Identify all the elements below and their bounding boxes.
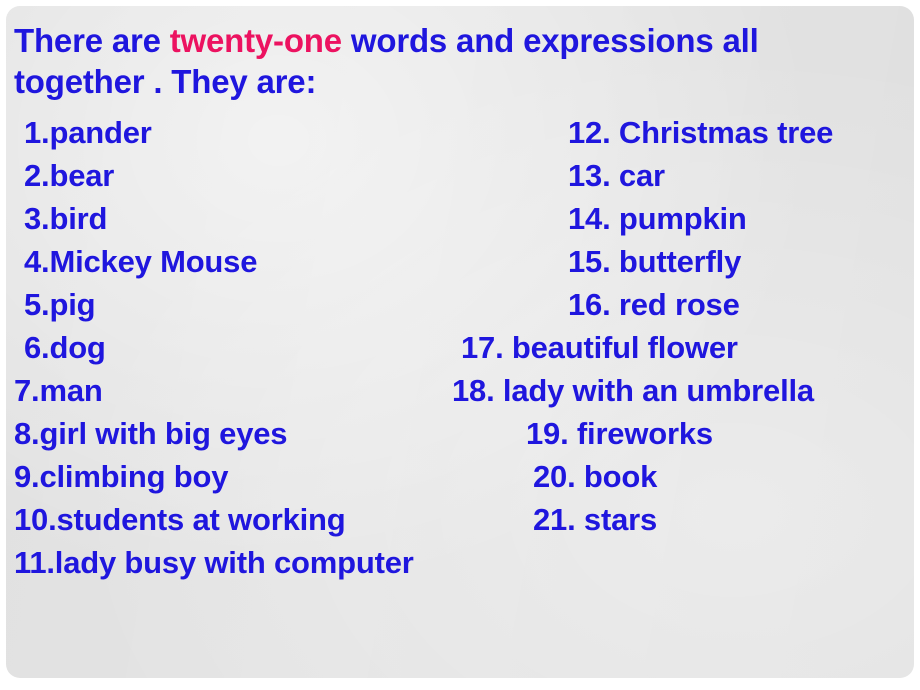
list-item-left-8: 8.girl with big eyes: [14, 416, 288, 451]
list-item-right-15: 15. butterfly: [568, 244, 742, 279]
list-item-right-16: 16. red rose: [568, 287, 740, 322]
heading-highlight: twenty-one: [169, 22, 342, 59]
heading-text-before: There are: [14, 22, 170, 59]
list-item-left-5: 5.pig: [24, 287, 96, 322]
list-item-left-4: 4.Mickey Mouse: [24, 244, 258, 279]
list-row: 9.climbing boy 20. book: [6, 455, 914, 498]
list-item-right-19: 19. fireworks: [526, 416, 713, 451]
list-row: 10.students at working 21. stars: [6, 498, 914, 541]
list-item-left-2: 2.bear: [24, 158, 115, 193]
page-title: There are twenty-one words and expressio…: [14, 20, 894, 102]
list-row: 11.lady busy with computer: [6, 541, 914, 584]
list-row: 7.man 18. lady with an umbrella: [6, 369, 914, 412]
list-item-right-13: 13. car: [568, 158, 665, 193]
list-item-left-3: 3.bird: [24, 201, 108, 236]
list-row: 2.bear 13. car: [6, 154, 914, 197]
list-item-right-21: 21. stars: [533, 502, 658, 537]
slide-canvas: There are twenty-one words and expressio…: [6, 6, 914, 678]
list-item-right-14: 14. pumpkin: [568, 201, 747, 236]
list-item-right-18: 18. lady with an umbrella: [452, 373, 814, 408]
list-item-left-10: 10.students at working: [14, 502, 346, 537]
list-item-left-6: 6.dog: [24, 330, 106, 365]
list-item-left-11: 11.lady busy with computer: [14, 545, 414, 580]
list-item-right-17: 17. beautiful flower: [461, 330, 738, 365]
list-row: 6.dog 17. beautiful flower: [6, 326, 914, 369]
list-item-left-1: 1.pander: [24, 115, 152, 150]
list-row: 8.girl with big eyes 19. fireworks: [6, 412, 914, 455]
list-row: 1.pander 12. Christmas tree: [6, 111, 914, 154]
list-item-right-12: 12. Christmas tree: [568, 115, 834, 150]
list-row: 5.pig 16. red rose: [6, 283, 914, 326]
list-item-left-9: 9.climbing boy: [14, 459, 229, 494]
list-row: 4.Mickey Mouse 15. butterfly: [6, 240, 914, 283]
list-row: 3.bird 14. pumpkin: [6, 197, 914, 240]
list-item-right-20: 20. book: [533, 459, 658, 494]
list-item-left-7: 7.man: [14, 373, 103, 408]
